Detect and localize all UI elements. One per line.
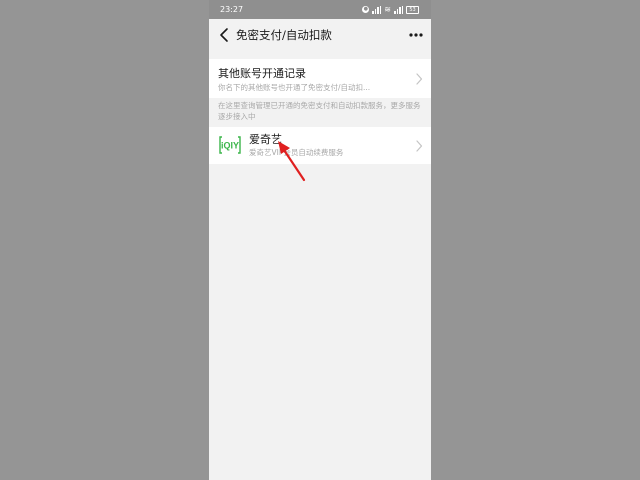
chevron-right-icon (416, 140, 423, 152)
other-accounts-row[interactable]: 其他账号开通记录 你名下的其他账号也开通了免密支付/自动扣... (209, 59, 431, 98)
other-accounts-subtitle: 你名下的其他账号也开通了免密支付/自动扣... (218, 83, 371, 92)
other-accounts-title: 其他账号开通记录 (218, 67, 306, 80)
nav-bar: 免密支付/自动扣款 (209, 19, 431, 51)
phone-screen: 23:27 ● ≋ 53 免密支付/自动扣款 其他账号开通记录 你名下的其他账号… (209, 0, 431, 480)
status-icons: ● ≋ 53 (362, 0, 419, 19)
signal-icon (372, 5, 382, 14)
iqiyi-logo-icon: iQIY (219, 136, 241, 154)
iqiyi-logo-text: iQIY (221, 141, 239, 151)
status-time: 23:27 (220, 5, 244, 14)
notice-text: 在这里查询管理已开通的免密支付和自动扣款服务，更多服务逐步接入中 (218, 101, 421, 121)
service-row-iqiyi[interactable]: iQIY 爱奇艺 爱奇艺VIP会员自动续费服务 (209, 127, 431, 164)
battery-icon: 53 (406, 5, 419, 14)
notification-icon: ● (362, 6, 370, 13)
back-arrow-icon[interactable] (217, 26, 233, 44)
annotation-arrow-icon (278, 141, 306, 182)
status-bar: 23:27 ● ≋ 53 (209, 0, 431, 19)
page-title: 免密支付/自动扣款 (236, 28, 332, 42)
signal-2-icon (394, 5, 403, 14)
more-dots-icon[interactable] (407, 26, 425, 44)
wifi-icon: ≋ (384, 5, 391, 14)
chevron-right-icon (416, 73, 423, 85)
